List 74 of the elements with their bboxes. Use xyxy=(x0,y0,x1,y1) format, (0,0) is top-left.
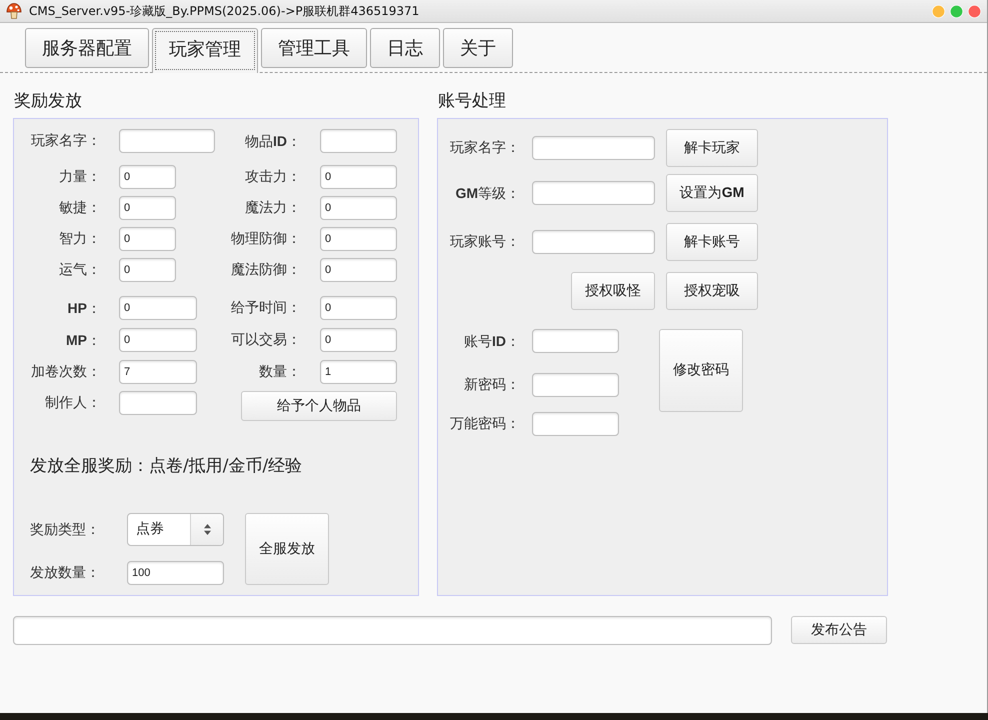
field-label: 攻击力： xyxy=(244,168,302,187)
input-field[interactable] xyxy=(532,373,619,397)
field-label: 万能密码： xyxy=(449,415,521,434)
grant-button[interactable]: 授权宠吸 xyxy=(666,272,758,310)
subsection-title: 发放全服奖励：点卷/抵用/金币/经验 xyxy=(30,456,304,476)
close-icon[interactable] xyxy=(968,4,981,18)
input-field[interactable]: 0 xyxy=(119,258,176,282)
change-password-button[interactable]: 修改密码 xyxy=(659,329,743,412)
input-field[interactable] xyxy=(532,329,619,353)
input-field[interactable] xyxy=(532,230,655,254)
field-label: 玩家名字： xyxy=(449,139,521,158)
field-label: 物品ID： xyxy=(244,132,302,152)
field-label: 力量： xyxy=(58,168,102,187)
account-action-button[interactable]: 设置为GM xyxy=(666,174,758,212)
maximize-icon[interactable] xyxy=(950,4,963,18)
tab[interactable]: 日志 xyxy=(370,28,440,68)
field-label: 新密码： xyxy=(463,376,521,395)
tab[interactable]: 玩家管理 xyxy=(152,28,258,73)
input-field[interactable]: 1 xyxy=(320,360,397,384)
amount-field[interactable]: 100 xyxy=(127,561,224,585)
input-field[interactable]: 0 xyxy=(119,196,176,220)
input-field[interactable]: 0 xyxy=(320,328,397,352)
field-label: 账号ID： xyxy=(463,332,521,352)
account-action-button[interactable]: 解卡账号 xyxy=(666,223,758,261)
field-label: 智力： xyxy=(58,230,102,249)
input-field[interactable] xyxy=(119,129,215,153)
input-field[interactable]: 0 xyxy=(320,296,397,320)
up-down-arrows-icon xyxy=(204,524,210,535)
field-label: GM等级： xyxy=(454,184,521,204)
field-label: MP： xyxy=(65,331,102,351)
input-field[interactable]: 0 xyxy=(119,165,176,189)
reward-type-select[interactable]: 点券 xyxy=(127,513,224,546)
mushroom-icon xyxy=(6,3,22,19)
input-field[interactable]: 7 xyxy=(119,360,197,384)
input-field[interactable] xyxy=(532,412,619,436)
input-field[interactable] xyxy=(532,181,655,205)
input-field[interactable] xyxy=(119,391,197,415)
field-label: HP： xyxy=(66,299,102,319)
field-label: 加卷次数： xyxy=(30,363,102,382)
field-label: 魔法防御： xyxy=(230,261,302,280)
field-label: 玩家名字： xyxy=(30,132,102,151)
field-label: 给予时间： xyxy=(230,299,302,318)
broadcast-reward-button[interactable]: 全服发放 xyxy=(245,513,329,585)
announcement-field[interactable] xyxy=(13,616,772,645)
input-field[interactable]: 0 xyxy=(320,196,397,220)
input-field[interactable]: 0 xyxy=(320,258,397,282)
field-label: 奖励类型： xyxy=(30,520,101,540)
section-title: 账号处理 xyxy=(438,90,507,112)
field-label: 数量： xyxy=(258,363,302,382)
publish-announcement-button[interactable]: 发布公告 xyxy=(791,616,887,644)
tab[interactable]: 关于 xyxy=(443,28,513,68)
grant-button[interactable]: 授权吸怪 xyxy=(571,272,655,310)
input-field[interactable]: 0 xyxy=(320,227,397,251)
field-label: 可以交易： xyxy=(230,331,302,350)
section-title: 奖励发放 xyxy=(14,90,83,112)
field-label: 制作人： xyxy=(44,394,102,413)
window-title: CMS_Server.v95-珍藏版_By.PPMS(2025.06)->P服联机群436519371 xyxy=(29,2,420,20)
tab[interactable]: 服务器配置 xyxy=(25,28,149,68)
input-field[interactable] xyxy=(532,136,655,160)
input-field[interactable]: 0 xyxy=(320,165,397,189)
field-label: 运气： xyxy=(58,261,102,280)
account-action-button[interactable]: 解卡玩家 xyxy=(666,129,758,167)
input-field[interactable] xyxy=(320,129,397,153)
give-item-button[interactable]: 给予个人物品 xyxy=(241,391,397,421)
minimize-icon[interactable] xyxy=(932,4,945,18)
field-label: 发放数量： xyxy=(30,564,101,583)
input-field[interactable]: 0 xyxy=(119,296,197,320)
tab[interactable]: 管理工具 xyxy=(261,28,367,68)
field-label: 物理防御： xyxy=(230,230,302,249)
field-label: 玩家账号： xyxy=(449,233,521,252)
field-label: 魔法力： xyxy=(244,199,302,218)
input-field[interactable]: 0 xyxy=(119,328,197,352)
input-field[interactable]: 0 xyxy=(119,227,176,251)
field-label: 敏捷： xyxy=(58,199,102,218)
